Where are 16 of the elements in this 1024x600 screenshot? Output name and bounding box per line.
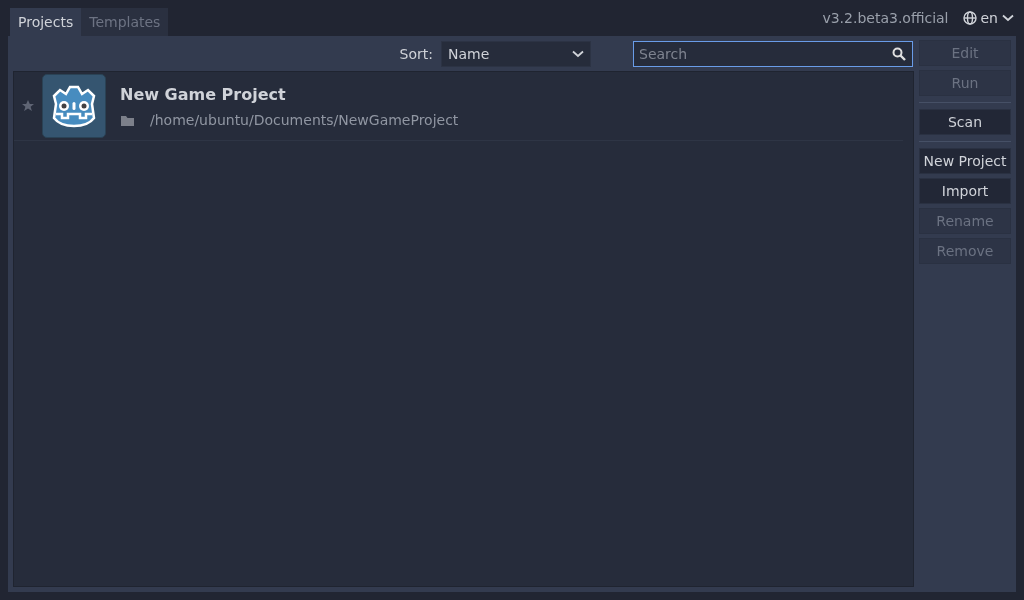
action-button[interactable]: Import bbox=[919, 178, 1011, 204]
project-name: New Game Project bbox=[120, 84, 287, 104]
tab[interactable]: Projects bbox=[10, 8, 82, 36]
search-field[interactable]: Search bbox=[633, 41, 913, 67]
globe-icon bbox=[962, 11, 977, 25]
caret-icon bbox=[1002, 14, 1014, 22]
sort-dropdown[interactable]: Name bbox=[441, 41, 591, 67]
action-button[interactable]: Scan bbox=[919, 109, 1011, 135]
search-icon bbox=[892, 47, 906, 61]
version-label: v3.2.beta3.official bbox=[822, 10, 949, 26]
caret-icon bbox=[572, 50, 584, 58]
star-icon[interactable] bbox=[21, 99, 35, 113]
action-button[interactable]: New Project bbox=[919, 148, 1011, 174]
sort-label: Sort: bbox=[399, 46, 433, 62]
project-path: /home/ubuntu/Documents/NewGameProject bbox=[150, 111, 459, 128]
language-button[interactable]: en bbox=[962, 10, 1014, 26]
